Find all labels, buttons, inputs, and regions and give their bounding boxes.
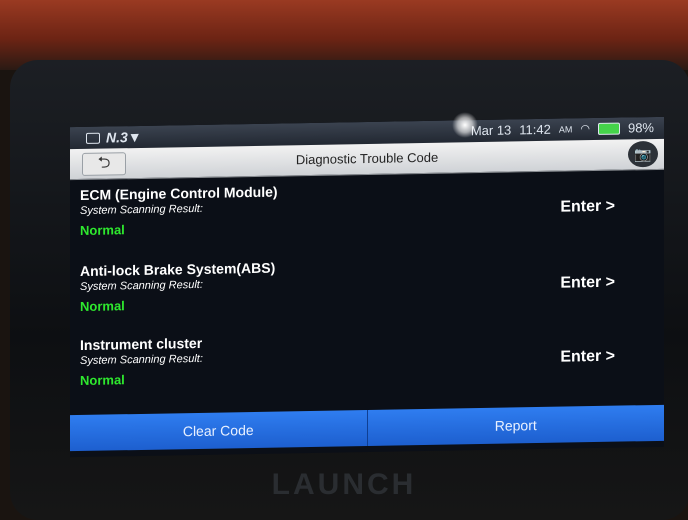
status-right: Mar 13 11:42 AM ◠ 98% (471, 120, 654, 138)
status-ampm: AM (558, 123, 573, 135)
camera-icon: 📷 (634, 146, 652, 163)
device-brand: LAUNCH (271, 468, 417, 501)
notification-icon (86, 132, 100, 144)
system-status: Normal (80, 298, 125, 315)
carrier-text: N.3▼ (106, 128, 142, 146)
status-left: N.3▼ (86, 129, 142, 146)
enter-button[interactable]: Enter > (560, 274, 615, 293)
system-list[interactable]: ECM (Engine Control Module) System Scann… (70, 171, 664, 408)
battery-percent: 98% (627, 119, 654, 136)
enter-button[interactable]: Enter > (560, 348, 615, 367)
report-button[interactable]: Report (367, 404, 664, 446)
list-item[interactable]: ECM (Engine Control Module) System Scann… (80, 177, 650, 259)
device-screen: N.3▼ Mar 13 11:42 AM ◠ 98% ⮌ Diagnostic … (70, 116, 664, 458)
light-glare (452, 112, 478, 138)
system-status: Normal (80, 222, 125, 239)
system-status: Normal (80, 372, 125, 389)
list-item[interactable]: Anti-lock Brake System(ABS) System Scann… (80, 253, 650, 335)
page-title: Diagnostic Trouble Code (295, 149, 439, 168)
action-bar: Clear Code Report (70, 404, 664, 452)
enter-button[interactable]: Enter > (560, 198, 615, 217)
screenshot-button[interactable]: 📷 (628, 140, 658, 168)
clear-code-button[interactable]: Clear Code (70, 409, 368, 452)
list-item[interactable]: Instrument cluster System Scanning Resul… (80, 327, 650, 407)
wifi-icon: ◠ (580, 123, 590, 136)
battery-icon (597, 122, 620, 135)
status-time: 11:42 (519, 121, 551, 138)
